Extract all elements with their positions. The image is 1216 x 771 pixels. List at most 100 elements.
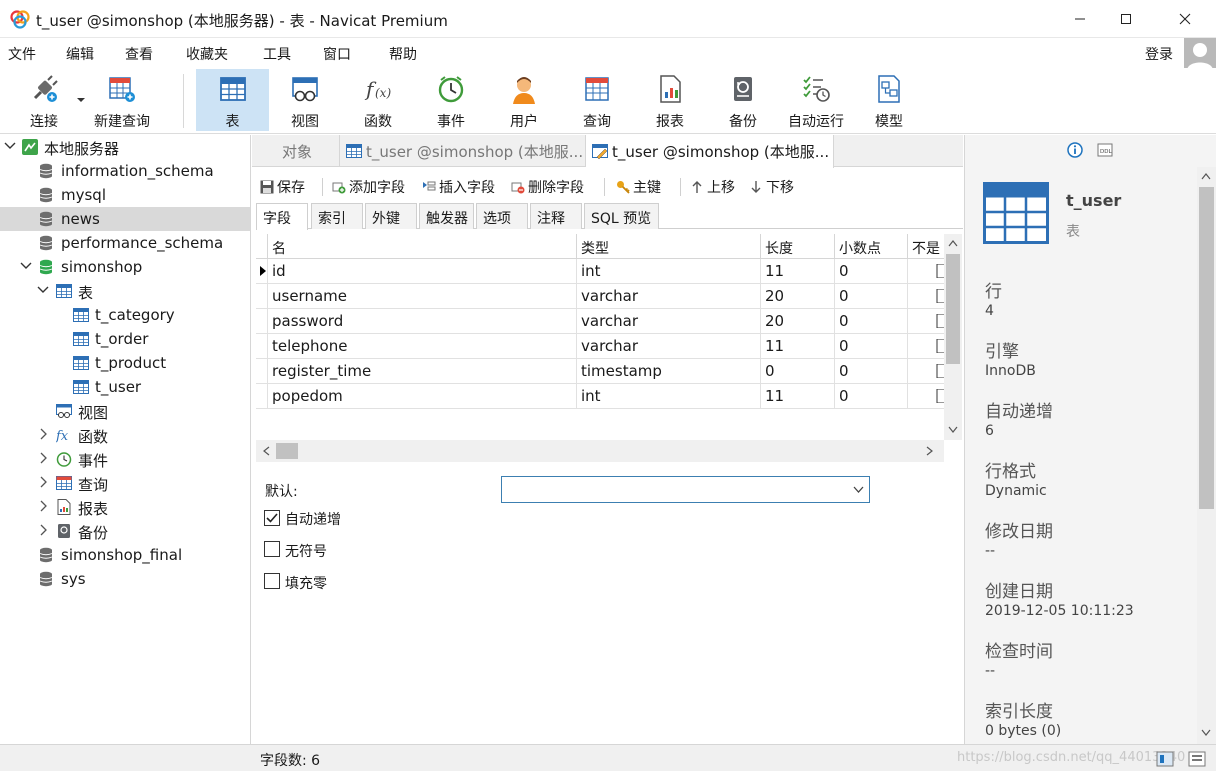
view-button[interactable]: 视图 bbox=[271, 69, 339, 131]
tree-node-database[interactable]: sys bbox=[0, 567, 250, 591]
cell-not-null[interactable] bbox=[908, 384, 944, 409]
cell-type[interactable]: timestamp bbox=[577, 359, 761, 384]
tree-node-database[interactable]: information_schema bbox=[0, 159, 250, 183]
subtab-options[interactable]: 选项 bbox=[476, 203, 528, 229]
tree-node-tables[interactable]: 表 bbox=[0, 279, 250, 303]
grid-vertical-scrollbar[interactable] bbox=[944, 234, 962, 440]
grid-header-not-null[interactable]: 不是 bbox=[908, 234, 944, 259]
tree-node-database[interactable]: mysql bbox=[0, 183, 250, 207]
cell-decimals[interactable]: 0 bbox=[835, 284, 908, 309]
cell-type[interactable]: varchar bbox=[577, 309, 761, 334]
cell-decimals[interactable]: 0 bbox=[835, 334, 908, 359]
tree-node-backups[interactable]: 备份 bbox=[0, 519, 250, 543]
move-up-button[interactable]: 上移 bbox=[690, 177, 735, 197]
chevron-right-icon[interactable] bbox=[37, 476, 49, 488]
scroll-up-icon[interactable] bbox=[1201, 172, 1211, 180]
chevron-right-icon[interactable] bbox=[37, 452, 49, 464]
cell-type[interactable]: int bbox=[577, 384, 761, 409]
save-button[interactable]: 保存 bbox=[260, 177, 305, 197]
tree-node-database-selected[interactable]: news bbox=[0, 207, 250, 231]
scroll-thumb[interactable] bbox=[1199, 187, 1214, 509]
model-button[interactable]: 模型 bbox=[856, 69, 922, 131]
chevron-down-icon[interactable] bbox=[20, 260, 32, 272]
cell-name[interactable]: popedom bbox=[268, 384, 577, 409]
table-row[interactable]: password varchar 20 0 bbox=[256, 309, 944, 334]
tree-node-table[interactable]: t_product bbox=[0, 351, 250, 375]
scroll-thumb[interactable] bbox=[946, 254, 960, 364]
login-link[interactable]: 登录 bbox=[1145, 44, 1173, 64]
table-row[interactable]: id int 11 0 bbox=[256, 259, 944, 284]
menu-edit[interactable]: 编辑 bbox=[66, 44, 94, 64]
tree-node-database-open[interactable]: simonshop bbox=[0, 255, 250, 279]
tree-node-server[interactable]: 本地服务器 bbox=[0, 135, 250, 159]
chevron-right-icon[interactable] bbox=[37, 524, 49, 536]
primary-key-button[interactable]: 主键 bbox=[616, 177, 661, 197]
cell-type[interactable]: int bbox=[577, 259, 761, 284]
grid-header-length[interactable]: 长度 bbox=[761, 234, 835, 259]
table-row[interactable]: popedom int 11 0 bbox=[256, 384, 944, 409]
report-button[interactable]: 报表 bbox=[637, 69, 703, 131]
table-row[interactable]: username varchar 20 0 bbox=[256, 284, 944, 309]
cell-not-null[interactable] bbox=[908, 359, 944, 384]
tree-node-reports[interactable]: 报表 bbox=[0, 495, 250, 519]
tree-node-queries[interactable]: 查询 bbox=[0, 471, 250, 495]
grid-header-decimals[interactable]: 小数点 bbox=[835, 234, 908, 259]
scroll-thumb[interactable] bbox=[276, 443, 298, 459]
scroll-left-icon[interactable] bbox=[262, 446, 270, 456]
tree-node-functions[interactable]: fx 函数 bbox=[0, 423, 250, 447]
cell-length[interactable]: 11 bbox=[761, 334, 835, 359]
cell-name[interactable]: username bbox=[268, 284, 577, 309]
chevron-down-icon[interactable] bbox=[4, 140, 16, 152]
tab-objects[interactable]: 对象 bbox=[252, 135, 340, 167]
menu-file[interactable]: 文件 bbox=[8, 44, 36, 64]
info-vertical-scrollbar[interactable] bbox=[1197, 167, 1216, 744]
menu-favorites[interactable]: 收藏夹 bbox=[186, 44, 228, 64]
table-button[interactable]: 表 bbox=[196, 69, 269, 131]
cell-length[interactable]: 11 bbox=[761, 259, 835, 284]
subtab-sql-preview[interactable]: SQL 预览 bbox=[584, 203, 659, 229]
tab-table-design-active[interactable]: t_user @simonshop (本地服... bbox=[586, 135, 834, 168]
form-view-icon[interactable] bbox=[1188, 751, 1206, 767]
cell-decimals[interactable]: 0 bbox=[835, 259, 908, 284]
user-button[interactable]: 用户 bbox=[491, 69, 557, 131]
subtab-foreign-keys[interactable]: 外键 bbox=[365, 203, 417, 229]
chevron-down-icon[interactable] bbox=[77, 98, 85, 104]
tree-node-table[interactable]: t_category bbox=[0, 303, 250, 327]
new-query-button[interactable]: 新建查询 bbox=[88, 69, 156, 131]
cell-name[interactable]: password bbox=[268, 309, 577, 334]
unsigned-checkbox[interactable] bbox=[264, 541, 280, 557]
table-row[interactable]: telephone varchar 11 0 bbox=[256, 334, 944, 359]
avatar[interactable] bbox=[1184, 38, 1216, 70]
default-value-select[interactable] bbox=[501, 476, 870, 503]
add-field-button[interactable]: 添加字段 bbox=[332, 177, 405, 197]
cell-length[interactable]: 11 bbox=[761, 384, 835, 409]
tab-table-design[interactable]: t_user @simonshop (本地服... bbox=[340, 135, 586, 167]
minimize-button[interactable] bbox=[1057, 0, 1103, 38]
menu-tools[interactable]: 工具 bbox=[263, 44, 291, 64]
cell-decimals[interactable]: 0 bbox=[835, 359, 908, 384]
event-button[interactable]: 事件 bbox=[418, 69, 484, 131]
scroll-down-icon[interactable] bbox=[948, 426, 958, 434]
cell-decimals[interactable]: 0 bbox=[835, 384, 908, 409]
query-button[interactable]: 查询 bbox=[564, 69, 630, 131]
menu-view[interactable]: 查看 bbox=[125, 44, 153, 64]
subtab-fields[interactable]: 字段 bbox=[256, 203, 308, 230]
tree-node-table[interactable]: t_order bbox=[0, 327, 250, 351]
tree-node-database[interactable]: simonshop_final bbox=[0, 543, 250, 567]
menu-help[interactable]: 帮助 bbox=[389, 44, 417, 64]
cell-name[interactable]: id bbox=[268, 259, 577, 284]
cell-type[interactable]: varchar bbox=[577, 334, 761, 359]
cell-name[interactable]: register_time bbox=[268, 359, 577, 384]
grid-header-name[interactable]: 名 bbox=[268, 234, 577, 259]
tree-node-table[interactable]: t_user bbox=[0, 375, 250, 399]
menu-window[interactable]: 窗口 bbox=[323, 44, 351, 64]
function-button[interactable]: f (x) 函数 bbox=[345, 69, 411, 131]
grid-header-type[interactable]: 类型 bbox=[577, 234, 761, 259]
chevron-down-icon[interactable] bbox=[37, 284, 49, 296]
grid-view-icon[interactable] bbox=[1156, 751, 1174, 767]
insert-field-button[interactable]: 插入字段 bbox=[422, 177, 495, 197]
cell-decimals[interactable]: 0 bbox=[835, 309, 908, 334]
scroll-up-icon[interactable] bbox=[948, 239, 958, 247]
move-down-button[interactable]: 下移 bbox=[749, 177, 794, 197]
cell-length[interactable]: 0 bbox=[761, 359, 835, 384]
